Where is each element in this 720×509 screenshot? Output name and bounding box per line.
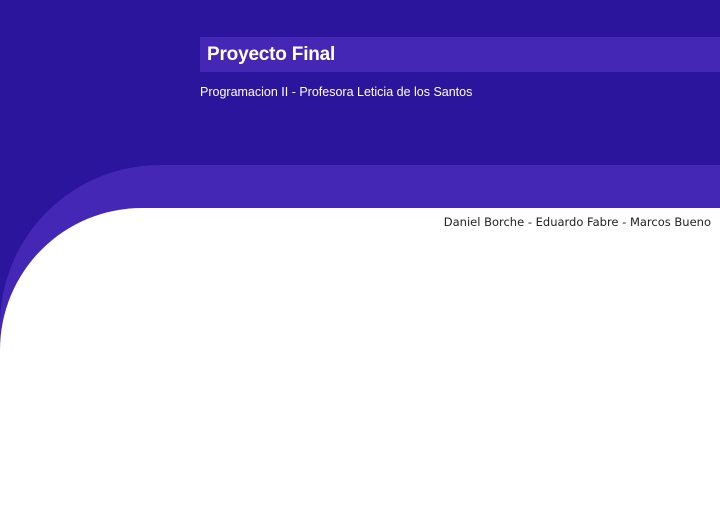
slide-subtitle: Programacion II - Profesora Leticia de l… bbox=[200, 85, 473, 99]
slide-content-area bbox=[0, 208, 720, 509]
slide-authors: Daniel Borche - Eduardo Fabre - Marcos B… bbox=[443, 215, 711, 229]
title-bar: Proyecto Final bbox=[200, 37, 720, 72]
slide-title: Proyecto Final bbox=[207, 44, 336, 65]
